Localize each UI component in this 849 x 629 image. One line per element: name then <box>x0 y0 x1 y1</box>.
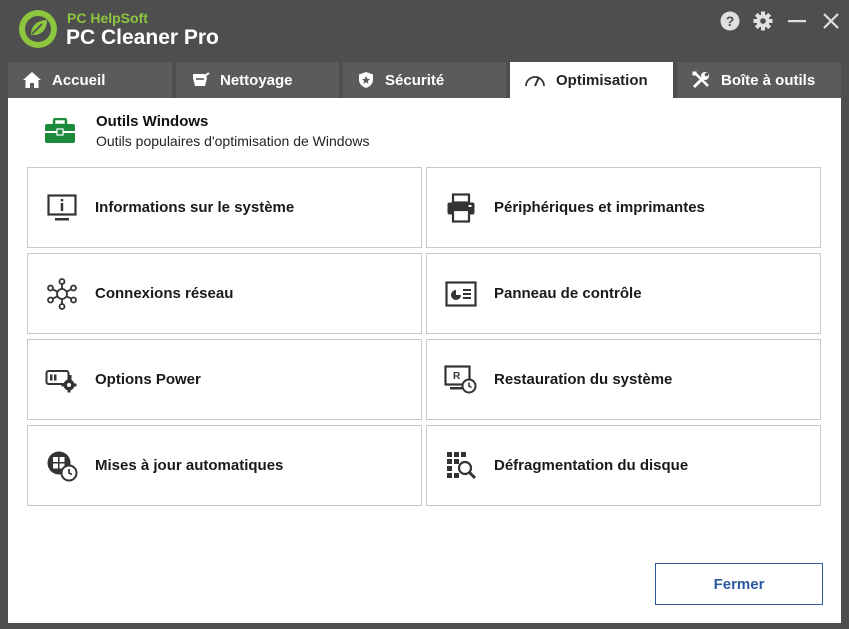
brand-company: PC HelpSoft <box>67 10 148 26</box>
tab-label: Boîte à outils <box>721 71 816 89</box>
tab-bar: Accueil Nettoyage Sécurité Optimisation <box>0 62 849 98</box>
defrag-icon <box>447 451 477 479</box>
app-logo-icon <box>19 10 57 48</box>
tab-nettoyage[interactable]: Nettoyage <box>176 62 339 98</box>
tab-optimisation[interactable]: Optimisation <box>510 62 673 98</box>
network-icon <box>47 277 77 310</box>
monitor-info-icon <box>47 193 77 220</box>
tab-label: Accueil <box>52 71 106 89</box>
help-icon[interactable]: ? <box>719 10 741 32</box>
toolbox-icon <box>45 118 75 143</box>
svg-text:R: R <box>453 371 461 382</box>
app-title: PC Cleaner Pro <box>66 26 219 49</box>
close-button[interactable]: Fermer <box>655 563 823 605</box>
minimize-icon[interactable] <box>786 10 808 32</box>
windows-update-icon <box>47 451 78 481</box>
speedometer-icon <box>525 76 545 87</box>
tool-label: Connexions réseau <box>95 285 234 302</box>
shield-icon <box>359 72 373 88</box>
home-icon <box>23 72 41 88</box>
tool-label: Mises à jour automatiques <box>95 457 284 474</box>
svg-text:?: ? <box>726 13 735 29</box>
tool-label: Restauration du système <box>494 371 673 388</box>
system-restore-icon: R <box>444 364 477 393</box>
tool-automatic-updates[interactable]: Mises à jour automatiques <box>27 425 422 506</box>
tab-boite-a-outils[interactable]: Boîte à outils <box>677 62 841 98</box>
tool-label: Options Power <box>95 371 201 388</box>
power-options-icon <box>45 369 77 392</box>
tool-system-info[interactable]: Informations sur le système <box>27 167 422 248</box>
printer-icon <box>447 192 475 223</box>
tool-label: Informations sur le système <box>95 199 295 216</box>
gear-icon[interactable] <box>752 10 774 32</box>
tool-label: Panneau de contrôle <box>494 285 642 302</box>
tool-control-panel[interactable]: Panneau de contrôle <box>426 253 821 334</box>
tool-system-restore[interactable]: R Restauration du système <box>426 339 821 420</box>
control-panel-icon <box>445 280 477 307</box>
tab-securite[interactable]: Sécurité <box>343 62 506 98</box>
title-bar: PC HelpSoft PC Cleaner Pro ? <box>0 0 849 58</box>
tool-power-options[interactable]: Options Power <box>27 339 422 420</box>
tool-label: Périphériques et imprimantes <box>494 199 705 216</box>
tool-network-connections[interactable]: Connexions réseau <box>27 253 422 334</box>
tab-accueil[interactable]: Accueil <box>8 62 172 98</box>
tool-devices-printers[interactable]: Périphériques et imprimantes <box>426 167 821 248</box>
tab-label: Nettoyage <box>220 71 293 89</box>
tool-disk-defragmentation[interactable]: Défragmentation du disque <box>426 425 821 506</box>
tab-label: Optimisation <box>556 71 648 89</box>
section-title: Outils Windows <box>96 113 209 130</box>
cleaning-icon <box>193 72 210 86</box>
tools-icon <box>692 71 709 89</box>
tool-label: Défragmentation du disque <box>494 457 689 474</box>
main-panel: Outils Windows Outils populaires d'optim… <box>8 98 841 623</box>
section-subtitle: Outils populaires d'optimisation de Wind… <box>96 133 370 149</box>
tab-label: Sécurité <box>385 71 445 89</box>
close-icon[interactable] <box>820 10 842 32</box>
